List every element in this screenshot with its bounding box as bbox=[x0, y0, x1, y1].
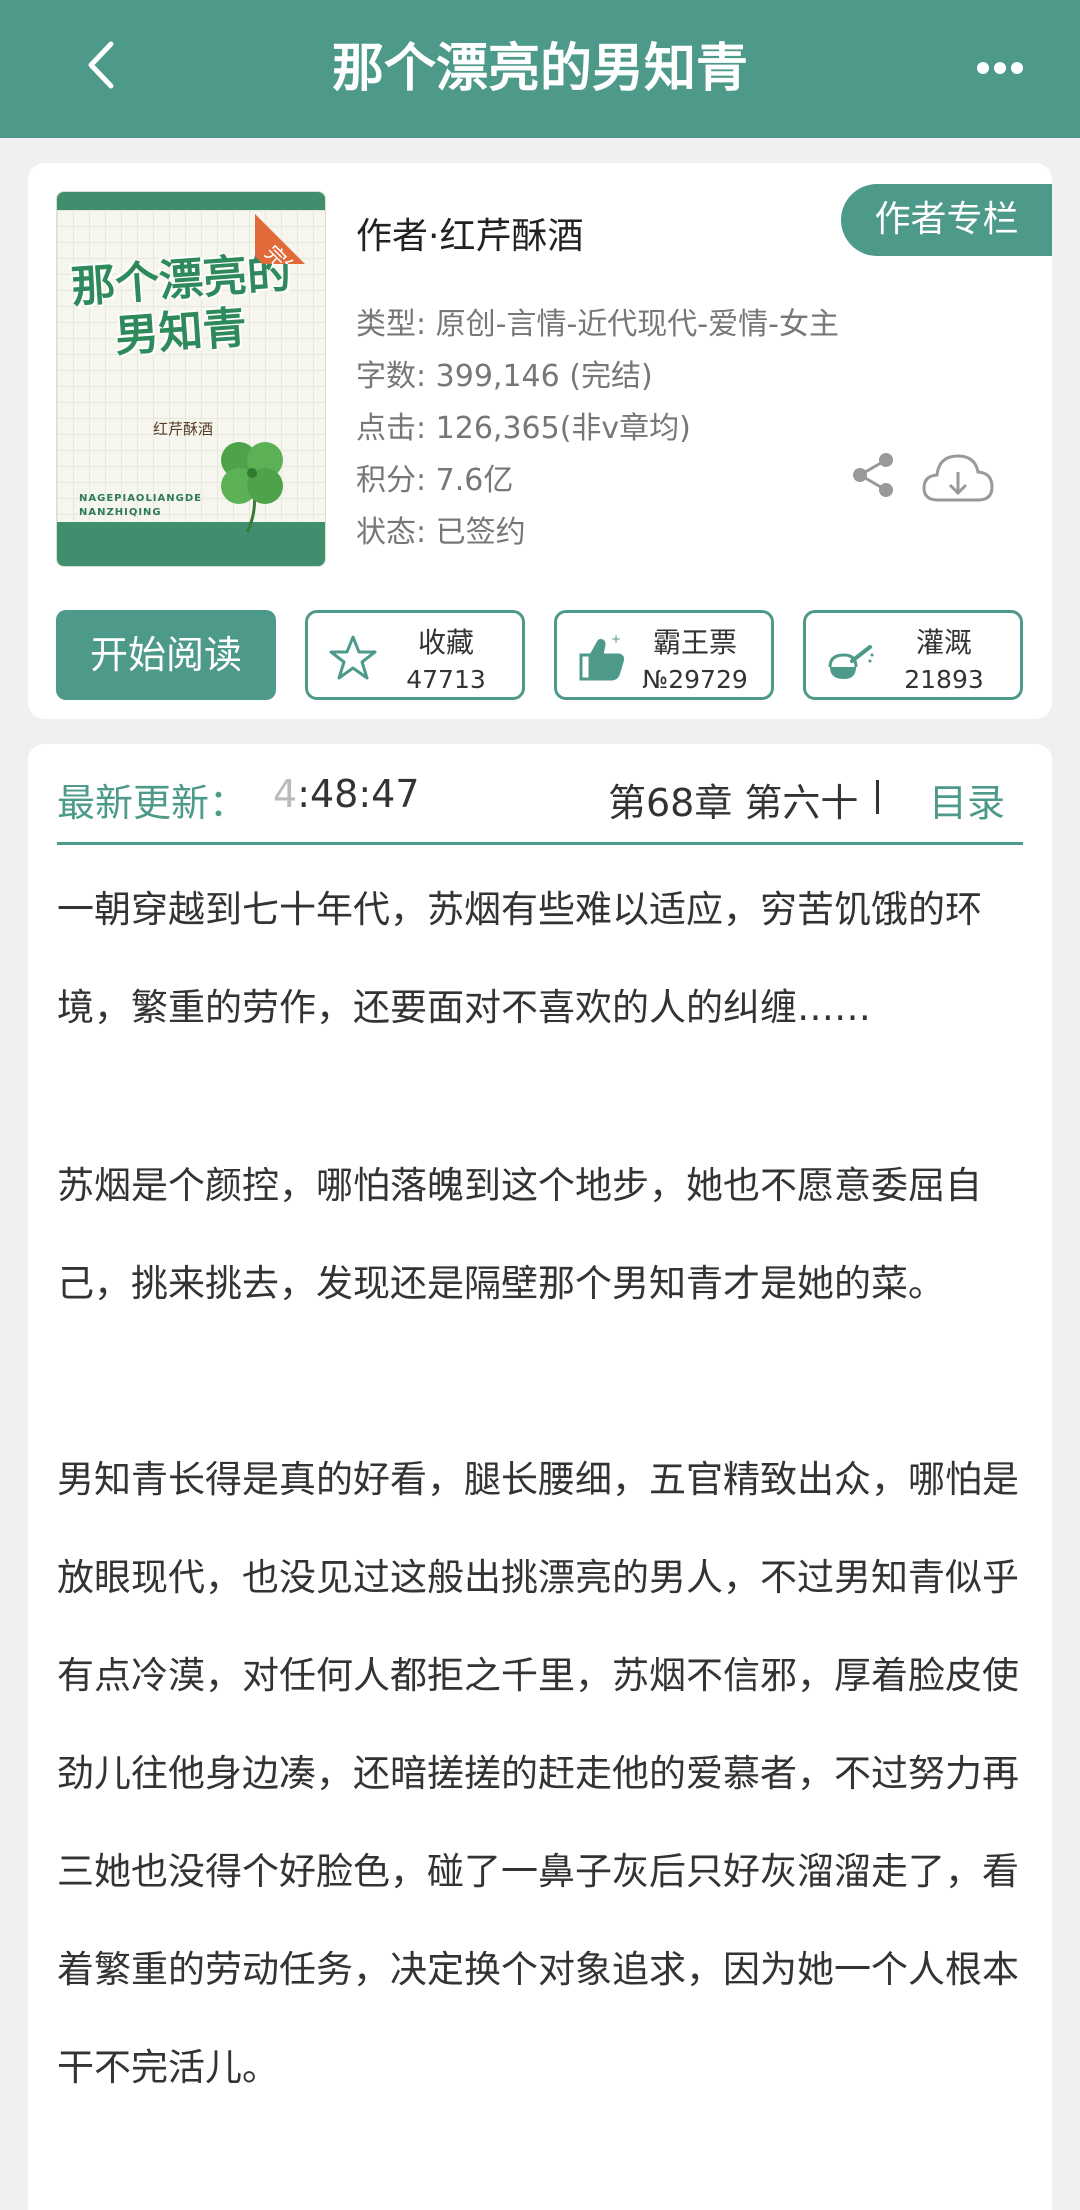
intro-card: 最新更新： 4:48:47 第68章 第六十 目录 一朝穿越到七十年代，苏烟有些… bbox=[28, 744, 1052, 2210]
ticket-label: 霸王票 bbox=[652, 626, 737, 659]
score: 积分: 7.6亿 bbox=[356, 463, 514, 498]
ticket-count: №29729 bbox=[642, 665, 748, 694]
update-time-faded: 4 bbox=[273, 772, 298, 816]
download-icon[interactable] bbox=[920, 450, 996, 506]
svg-text:+: + bbox=[611, 633, 621, 646]
latest-update-time: 4:48:47 bbox=[273, 772, 420, 816]
thumbs-up-icon: + bbox=[579, 633, 625, 681]
intro-paragraph: 一朝穿越到七十年代，苏烟有些难以适应，穷苦饥饿的环境，繁重的劳作，还要面对不喜欢… bbox=[57, 888, 982, 1029]
start-reading-button[interactable]: 开始阅读 bbox=[56, 610, 276, 700]
app-header: 那个漂亮的男知青 bbox=[0, 0, 1080, 138]
latest-chapter-link[interactable]: 第68章 第六十 bbox=[608, 772, 870, 827]
collect-count: 47713 bbox=[406, 665, 486, 694]
watering-can-icon bbox=[828, 645, 874, 679]
water-count: 21893 bbox=[904, 665, 984, 694]
book-info-card: 那个漂亮的 男知青 红芹酥酒 NAGEPIAOLIANGDE NANZHIQIN… bbox=[28, 163, 1052, 719]
latest-update-label: 最新更新： bbox=[57, 781, 248, 825]
table-of-contents-link[interactable]: 目录 bbox=[929, 772, 1005, 827]
completed-badge-label: 完结 bbox=[255, 210, 325, 264]
update-time-text: :48:47 bbox=[297, 772, 420, 816]
collect-label: 收藏 bbox=[417, 626, 474, 659]
author-column-button[interactable]: 作者专栏 bbox=[841, 184, 1052, 256]
completed-badge: 完结 bbox=[255, 192, 325, 264]
click-count: 点击: 126,365(非v章均) bbox=[356, 411, 691, 446]
ticket-button[interactable]: + 霸王票 №29729 bbox=[554, 610, 774, 700]
chapter-separator bbox=[876, 780, 879, 814]
clover-icon bbox=[221, 442, 283, 533]
star-icon bbox=[329, 635, 377, 680]
intro-paragraph: 苏烟是个颜控，哪怕落魄到这个地步，她也不愿意委屈自己，挑来挑去，发现还是隔壁那个… bbox=[57, 1164, 982, 1305]
water-label: 灌溉 bbox=[915, 626, 972, 659]
divider bbox=[57, 842, 1023, 845]
chevron-left-icon bbox=[88, 41, 114, 89]
sign-status: 状态: 已签约 bbox=[356, 515, 526, 550]
book-cover[interactable]: 那个漂亮的 男知青 红芹酥酒 NAGEPIAOLIANGDE NANZHIQIN… bbox=[56, 191, 326, 567]
intro-paragraph: 男知青长得是真的好看，腿长腰细，五官精致出众，哪怕是放眼现代，也没见过这般出挑漂… bbox=[57, 1458, 1019, 2089]
author-name[interactable]: 作者·红芹酥酒 bbox=[356, 207, 583, 259]
back-button[interactable] bbox=[70, 30, 130, 100]
water-button[interactable]: 灌溉 21893 bbox=[803, 610, 1023, 700]
more-dots-icon bbox=[977, 62, 1023, 74]
page-title: 那个漂亮的男知青 bbox=[331, 39, 748, 99]
collect-button[interactable]: 收藏 47713 bbox=[305, 610, 525, 700]
book-type: 类型: 原创-言情-近代现代-爱情-女主 bbox=[356, 307, 839, 342]
word-count: 字数: 399,146 (完结) bbox=[356, 359, 653, 394]
share-icon[interactable] bbox=[848, 450, 898, 500]
cover-pinyin: NAGEPIAOLIANGDE NANZHIQING bbox=[79, 493, 202, 518]
more-button[interactable] bbox=[960, 40, 1040, 96]
